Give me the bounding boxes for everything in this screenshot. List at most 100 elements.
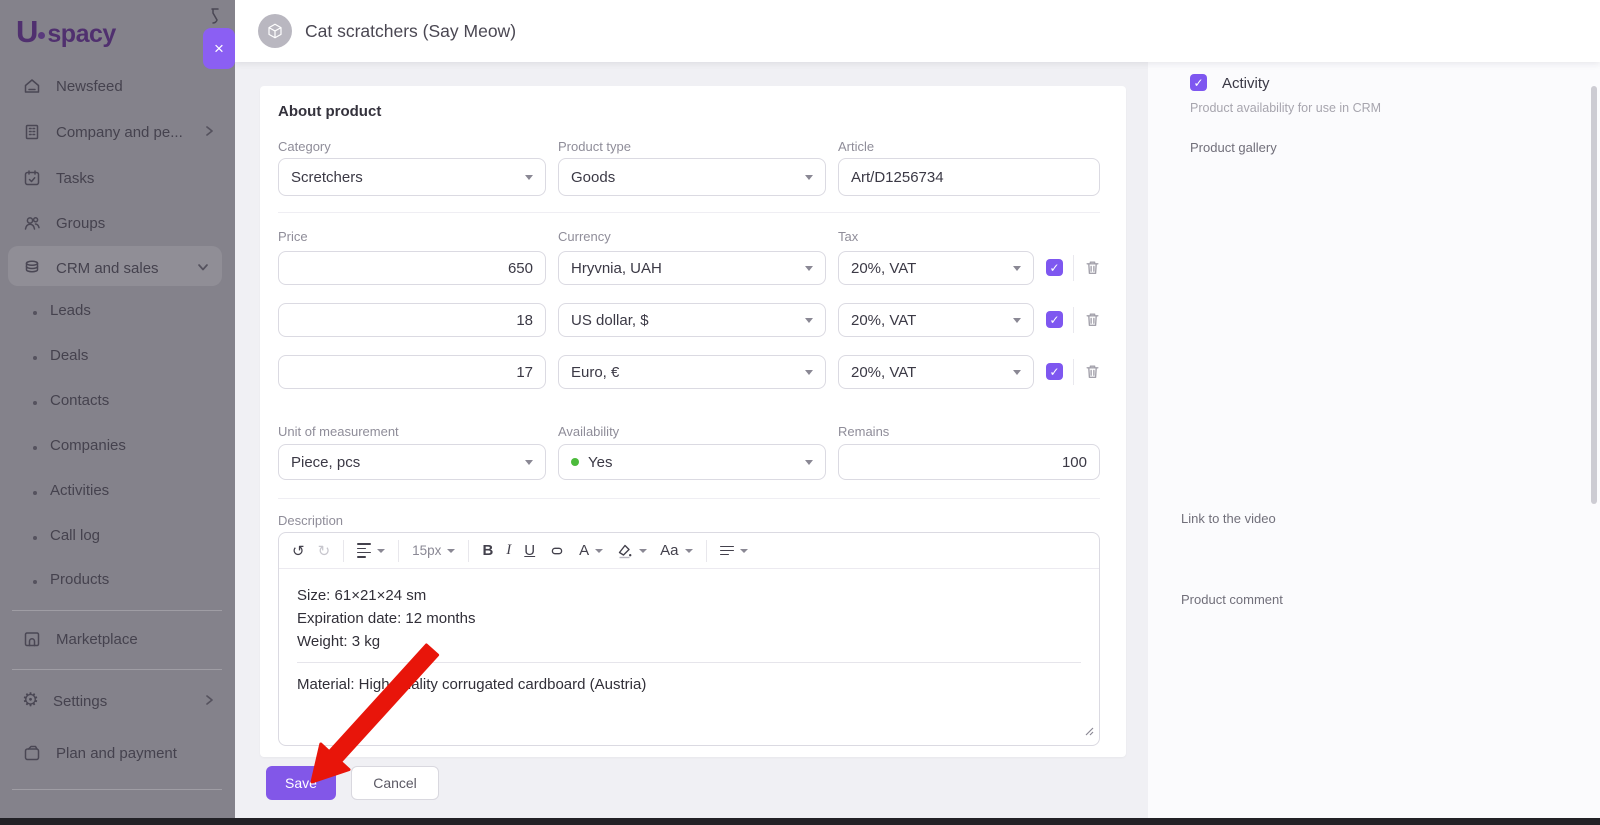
font-color-button[interactable]: A — [579, 542, 604, 559]
check-icon: ✓ — [1049, 312, 1060, 327]
tax-value: 20%, VAT — [851, 259, 917, 277]
description-content[interactable]: Size: 61×21×24 sm Expiration date: 12 mo… — [279, 569, 1099, 711]
uspacy-logo: U spacy — [16, 14, 116, 50]
price-row-checkbox[interactable]: ✓ — [1046, 311, 1063, 328]
sidebar-item-crm-and-sales[interactable]: CRM and sales — [22, 257, 159, 279]
delete-price-row-button[interactable] — [1084, 311, 1101, 333]
sidebar-item-company[interactable]: Company and pe... — [22, 121, 183, 143]
sidebar-item-groups[interactable]: Groups — [22, 212, 105, 234]
remains-input[interactable]: 100 — [838, 444, 1100, 480]
bullet-dot — [33, 356, 37, 360]
divider — [398, 539, 400, 562]
caret-down-icon — [525, 460, 533, 465]
gallery-label: Product gallery — [1190, 140, 1277, 155]
description-line: Expiration date: 12 months — [297, 610, 476, 627]
price-input[interactable]: 17 — [278, 355, 546, 389]
price-row-checkbox[interactable]: ✓ — [1046, 363, 1063, 380]
divider — [278, 498, 1100, 499]
bullet-dot — [33, 446, 37, 450]
category-select[interactable]: Scretchers — [278, 158, 546, 196]
sidebar-item-activities[interactable]: Activities — [50, 482, 109, 499]
italic-button[interactable]: I — [506, 542, 511, 559]
pin-icon[interactable] — [206, 6, 224, 30]
highlight-color-button[interactable] — [616, 542, 648, 559]
caret-down-icon — [447, 548, 456, 553]
price-row-checkbox[interactable]: ✓ — [1046, 259, 1063, 276]
sidebar-item-companies[interactable]: Companies — [50, 437, 126, 454]
underline-button[interactable]: U — [524, 542, 535, 559]
divider — [278, 212, 1100, 213]
product-type-select[interactable]: Goods — [558, 158, 826, 196]
logo-u-glyph: U — [16, 14, 38, 49]
sidebar-item-label: CRM and sales — [56, 259, 159, 277]
sidebar-item-marketplace[interactable]: Marketplace — [22, 628, 138, 650]
tax-select[interactable]: 20%, VAT — [838, 251, 1034, 285]
article-input[interactable]: Art/D1256734 — [838, 158, 1100, 196]
sidebar-item-call-log[interactable]: Call log — [50, 527, 100, 544]
redo-icon[interactable]: ↻ — [318, 542, 331, 560]
availability-label: Availability — [558, 424, 620, 439]
sidebar-item-label: Tasks — [56, 169, 95, 187]
tax-select[interactable]: 20%, VAT — [838, 355, 1034, 389]
sidebar-item-contacts[interactable]: Contacts — [50, 392, 109, 409]
sidebar-item-deals[interactable]: Deals — [50, 347, 88, 364]
save-button[interactable]: Save — [266, 766, 336, 800]
sidebar-item-products[interactable]: Products — [50, 571, 109, 588]
divider — [297, 662, 1081, 663]
price-value: 18 — [516, 311, 533, 329]
delete-price-row-button[interactable] — [1084, 363, 1101, 385]
caret-down-icon — [1013, 370, 1021, 375]
description-line: Weight: 3 kg — [297, 633, 381, 650]
caret-down-icon — [377, 548, 386, 553]
resize-handle[interactable] — [1085, 723, 1094, 741]
sidebar-item-tasks[interactable]: Tasks — [22, 167, 94, 189]
activity-checkbox[interactable]: ✓ — [1190, 74, 1207, 91]
align-button[interactable] — [719, 543, 748, 558]
sidebar-item-label: Groups — [56, 214, 106, 232]
database-icon — [25, 260, 39, 273]
divider — [343, 539, 345, 562]
unit-select[interactable]: Piece, pcs — [278, 444, 546, 480]
undo-icon[interactable]: ↺ — [292, 542, 305, 560]
sidebar-item-leads[interactable]: Leads — [50, 302, 91, 319]
close-sidebar-button[interactable]: × — [203, 28, 235, 69]
price-input[interactable]: 18 — [278, 303, 546, 337]
caret-down-icon — [684, 548, 693, 553]
description-line: Material: High-quality corrugated cardbo… — [297, 676, 647, 693]
scrollbar[interactable] — [1591, 86, 1597, 504]
people-icon — [24, 217, 40, 230]
check-icon: ✓ — [1049, 364, 1060, 379]
line-height-icon[interactable] — [357, 541, 386, 560]
chevron-down-icon — [198, 264, 208, 271]
description-editor[interactable]: ↺ ↻ 15px B I U A Aa Size: 61×21×24 sm Ex… — [278, 532, 1100, 746]
currency-select[interactable]: Euro, € — [558, 355, 826, 389]
sidebar-item-settings[interactable]: ⚙ Settings — [22, 690, 107, 712]
wallet-icon — [24, 745, 40, 761]
font-color-letter: A — [579, 542, 590, 559]
text-case-button[interactable]: Aa — [660, 542, 693, 559]
link-icon[interactable] — [548, 543, 566, 559]
tax-select[interactable]: 20%, VAT — [838, 303, 1034, 337]
tax-label: Tax — [838, 229, 859, 244]
bullet-dot — [33, 401, 37, 405]
category-value: Scretchers — [291, 168, 363, 186]
delete-price-row-button[interactable] — [1084, 259, 1101, 281]
font-size-select[interactable]: 15px — [412, 543, 456, 558]
divider — [1073, 359, 1074, 385]
caret-down-icon — [1013, 318, 1021, 323]
currency-select[interactable]: Hryvnia, UAH — [558, 251, 826, 285]
sidebar-item-plan-and-payment[interactable]: Plan and payment — [22, 742, 177, 764]
window-bottom-edge — [0, 818, 1600, 825]
comment-label: Product comment — [1181, 592, 1283, 607]
price-input[interactable]: 650 — [278, 251, 546, 285]
currency-select[interactable]: US dollar, $ — [558, 303, 826, 337]
sidebar-item-newsfeed[interactable]: Newsfeed — [22, 75, 123, 97]
availability-select[interactable]: Yes — [558, 444, 826, 480]
video-link-label: Link to the video — [1181, 511, 1276, 526]
storefront-icon — [24, 632, 40, 647]
divider — [12, 610, 222, 611]
cancel-button[interactable]: Cancel — [351, 766, 439, 800]
check-icon: ✓ — [1049, 260, 1060, 275]
caret-down-icon — [805, 318, 813, 323]
bold-button[interactable]: B — [482, 542, 493, 559]
